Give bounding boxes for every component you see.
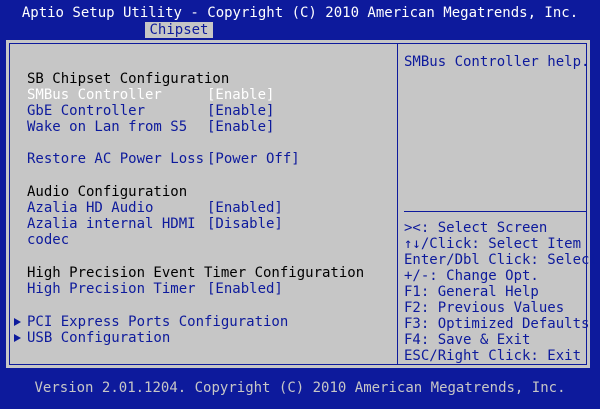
setting-label: SMBus Controller [27, 87, 162, 103]
setting-value[interactable]: [Disable] [207, 216, 283, 232]
setting-label-continuation: codec [27, 232, 70, 248]
footer-version: Version 2.01.1204. Copyright (C) 2010 Am… [34, 380, 566, 396]
triangle-right-icon [12, 314, 22, 330]
key-legend: ><: Select Screen ↑↓/Click: Select Item … [404, 220, 598, 364]
key-hint: F3: Optimized Defaults [404, 316, 590, 332]
title-bar: Aptio Setup Utility - Copyright (C) 2010… [0, 0, 600, 38]
main-panel: SB Chipset Configuration SMBus Controlle… [4, 38, 598, 370]
key-hint: ESC/Right Click: Exit [404, 348, 582, 364]
setting-value[interactable]: [Enable] [207, 119, 274, 135]
key-hint: F2: Previous Values [404, 300, 565, 316]
setting-value[interactable]: [Enable] [207, 103, 274, 119]
panel-divider [397, 43, 398, 365]
setting-label: High Precision Timer [27, 281, 196, 297]
key-hint: ↑↓/Click: Select Item [404, 236, 582, 252]
setting-label: Azalia HD Audio [27, 200, 154, 216]
setting-value[interactable]: [Power Off] [207, 151, 300, 167]
triangle-right-icon [12, 330, 22, 346]
section-audio-configuration: Audio Configuration [27, 184, 188, 200]
help-separator [404, 211, 587, 212]
key-hint: Enter/Dbl Click: Select [404, 252, 598, 268]
tab-chipset[interactable]: Chipset [145, 22, 213, 38]
setting-label: GbE Controller [27, 103, 146, 119]
app-title: Aptio Setup Utility - Copyright (C) 2010… [21, 5, 579, 21]
section-hpet-configuration: High Precision Event Timer Configuration [27, 265, 365, 281]
key-hint: F4: Save & Exit [404, 332, 531, 348]
setting-label: Restore AC Power Loss [27, 151, 205, 167]
key-hint: +/-: Change Opt. [404, 268, 539, 284]
footer-bar: Version 2.01.1204. Copyright (C) 2010 Am… [0, 372, 600, 409]
submenu-label: USB Configuration [27, 330, 171, 346]
key-hint: F1: General Help [404, 284, 539, 300]
setting-label: Wake on Lan from S5 [27, 119, 188, 135]
setting-label: Azalia internal HDMI [27, 216, 196, 232]
section-sb-chipset: SB Chipset Configuration [27, 71, 230, 87]
help-text: SMBus Controller help. [404, 54, 590, 70]
setting-value[interactable]: [Enabled] [207, 281, 283, 297]
setting-value[interactable]: [Enabled] [207, 200, 283, 216]
key-hint: ><: Select Screen [404, 220, 548, 236]
setting-value[interactable]: [Enable] [207, 87, 274, 103]
submenu-label: PCI Express Ports Configuration [27, 314, 289, 330]
